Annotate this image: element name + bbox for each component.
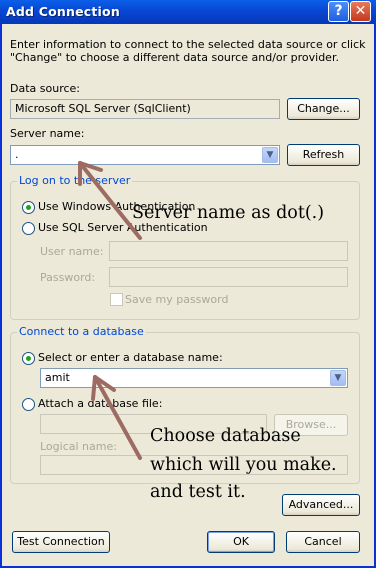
server-note: Server name as dot(.) xyxy=(132,203,325,223)
db-note-line-2: which will you make. xyxy=(150,455,337,475)
db-note-line-3: and test it. xyxy=(150,482,246,502)
server-arrow-shaft xyxy=(78,161,142,240)
db-arrow-head-left xyxy=(91,375,97,401)
db-arrow-shaft xyxy=(93,375,142,460)
db-note-line-1: Choose database xyxy=(150,426,301,446)
